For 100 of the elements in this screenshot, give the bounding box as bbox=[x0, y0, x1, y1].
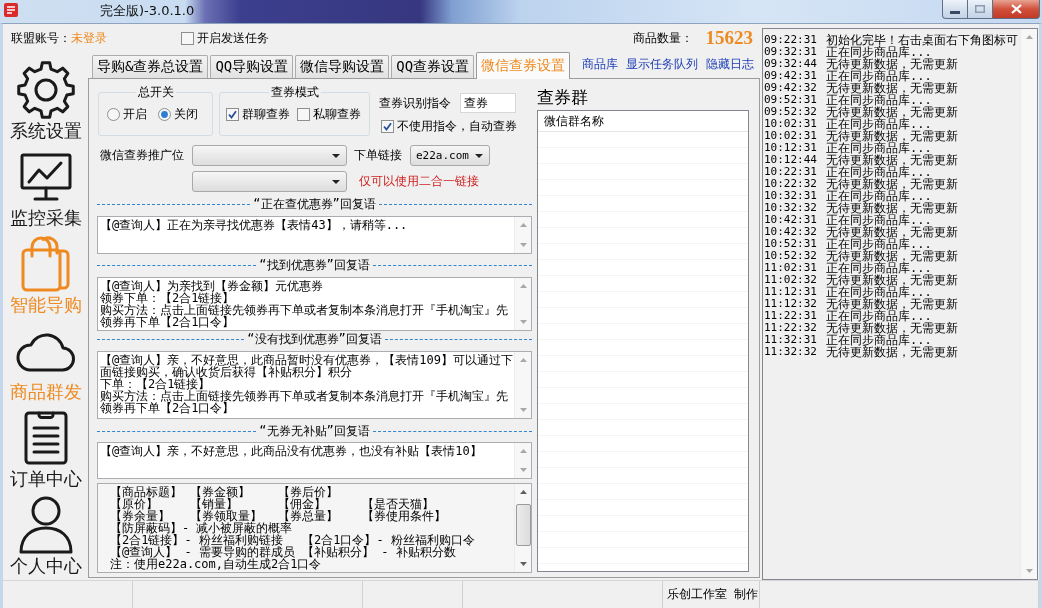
log-message: 正在同步商品库... bbox=[826, 46, 932, 58]
log-message: 正在同步商品库... bbox=[826, 262, 932, 274]
tab[interactable]: QQ查券设置 bbox=[391, 55, 475, 78]
dropdown[interactable]: e22a.com bbox=[410, 145, 490, 166]
field-label: 微信查券推广位 bbox=[100, 147, 185, 164]
log-time: 09:32:44 bbox=[764, 58, 818, 70]
log-message: 正在同步商品库... bbox=[826, 310, 932, 322]
sidebar-item[interactable]: 监控采集 bbox=[3, 142, 88, 229]
variable-text: 【2合1链接】- 粉丝福利购链接 bbox=[110, 534, 283, 546]
text-link[interactable]: 隐藏日志 bbox=[706, 56, 755, 73]
minimize-icon bbox=[950, 10, 960, 14]
log-message: 无待更新数据，无需更新 bbox=[826, 202, 958, 214]
checkbox-label[interactable]: 群聊查券 bbox=[242, 107, 290, 121]
shopping-bag-icon bbox=[20, 236, 71, 292]
log-message: 正在同步商品库... bbox=[826, 142, 932, 154]
command-input[interactable]: 查券 bbox=[460, 93, 516, 113]
reply-textarea[interactable]: 【@查询人】亲，不好意思，此商品暂时没有优惠券，【表情109】可以通过下面链接购买，确认收货后获得【补贴积分】积分 下单：【2合1链接】 购买方法：点击上面链接先领券再下单或者复制本条消息打开『手机淘宝』先领券再下单【2合1口令】 bbox=[97, 351, 532, 419]
text-link[interactable]: 显示任务队列 bbox=[626, 56, 699, 73]
log-time: 11:12:31 bbox=[764, 286, 818, 298]
log-message: 无待更新数据，无需更新 bbox=[826, 250, 958, 262]
sidebar-item[interactable]: 订单中心 bbox=[3, 403, 88, 490]
variable-text: 【2合1口令】- 粉丝福利购口令 bbox=[302, 534, 475, 546]
log-time: 11:22:32 bbox=[764, 322, 818, 334]
variable-text: 【商品标题】 bbox=[110, 486, 182, 498]
log-message: 正在同步商品库... bbox=[826, 238, 932, 250]
log-message: 正在同步商品库... bbox=[826, 334, 932, 346]
app-icon bbox=[4, 3, 18, 17]
variable-text: 【券金额】 bbox=[190, 486, 250, 498]
caret-icon bbox=[475, 153, 483, 158]
checkbox[interactable] bbox=[181, 31, 194, 45]
text-link[interactable]: 商品库 bbox=[582, 56, 619, 73]
sidebar-item[interactable]: 系统设置 bbox=[3, 55, 88, 142]
log-time: 10:12:44 bbox=[764, 154, 818, 166]
dropdown[interactable] bbox=[192, 171, 347, 192]
maximize-icon bbox=[975, 5, 985, 13]
log-time: 11:02:32 bbox=[764, 274, 818, 286]
checkbox-label[interactable]: 不使用指令，自动查券 bbox=[397, 119, 517, 133]
group-list-title: 查券群 bbox=[537, 87, 588, 107]
log-time: 11:32:31 bbox=[764, 334, 818, 346]
log-time: 10:52:32 bbox=[764, 250, 818, 262]
scroll-up-icon[interactable] bbox=[519, 490, 527, 494]
checkbox[interactable] bbox=[381, 119, 394, 133]
log-message: 正在同步商品库... bbox=[826, 214, 932, 226]
log-time: 09:52:32 bbox=[764, 106, 818, 118]
reply-textarea[interactable]: 【@查询人】正在为亲寻找优惠券【表情43】，请稍等... bbox=[97, 216, 532, 254]
scrollbar-thumb[interactable] bbox=[515, 504, 531, 546]
log-time: 09:22:31 bbox=[764, 34, 818, 46]
log-message: 正在同步商品库... bbox=[826, 70, 932, 82]
radio-button[interactable] bbox=[158, 107, 171, 121]
window-title: 完全版)-3.0.1.0 bbox=[100, 3, 195, 19]
group-list[interactable]: 微信群名称 bbox=[537, 110, 749, 572]
product-count-label: 商品数量： bbox=[632, 29, 693, 47]
log-time: 11:02:31 bbox=[764, 262, 818, 274]
caret-icon bbox=[332, 153, 340, 158]
close-icon bbox=[1010, 4, 1022, 14]
log-message: 无待更新数据，无需更新 bbox=[826, 154, 958, 166]
close-button[interactable] bbox=[992, 0, 1040, 19]
checkbox[interactable] bbox=[226, 107, 239, 121]
log-message: 无待更新数据，无需更新 bbox=[826, 106, 958, 118]
log-time: 10:32:31 bbox=[764, 190, 818, 202]
reply-textarea[interactable]: 【@查询人】亲，不好意思，此商品没有优惠券，也没有补贴【表情10】 bbox=[97, 442, 532, 479]
variable-text: 【销量】 bbox=[190, 498, 238, 510]
variables-textarea[interactable]: 【商品标题】 【券金额】 【券后价】 【原价】 【销量】 【佣金】 【是否天猫】 【券余量】 【券领取量】 【券总量】 【券使用条件】 【防屏蔽码】- 减小被屏蔽的概率 【2合1链接】- 粉丝福利购链接 【2合1口令】- 粉丝福利购口令 【@查询人】 - 需要导购的群成员 【补贴积分】 - 补贴积分数 注：使用e22a.com,自动生成2合1口令 bbox=[97, 483, 532, 573]
log-message: 无待更新数据，无需更新 bbox=[826, 346, 958, 358]
log-time: 09:42:32 bbox=[764, 82, 818, 94]
group-title: 总开关 bbox=[136, 86, 175, 98]
log-message: 无待更新数据，无需更新 bbox=[826, 298, 958, 310]
checkbox-label[interactable]: 开启发送任务 bbox=[197, 31, 269, 45]
log-time: 10:22:31 bbox=[764, 166, 818, 178]
log-time: 10:42:31 bbox=[764, 214, 818, 226]
variable-text: 【防屏蔽码】- 减小被屏蔽的概率 bbox=[110, 522, 293, 534]
scroll-down-icon[interactable] bbox=[519, 562, 527, 566]
tab[interactable]: 导购&查券总设置 bbox=[92, 55, 209, 78]
maximize-button[interactable] bbox=[967, 0, 993, 19]
tab[interactable]: 微信导购设置 bbox=[295, 55, 390, 78]
note-text: 注：使用e22a.com,自动生成2合1口令 bbox=[110, 558, 322, 570]
reply-textarea[interactable]: 【@查询人】为亲找到【券金额】元优惠券 领券下单：【2合1链接】 购买方法：点击上面链接先领券再下单或者复制本条消息打开『手机淘宝』先领券再下单【2合1口令】 bbox=[97, 277, 532, 331]
status-text: 乐创工作室 制作 bbox=[667, 586, 759, 603]
log-time: 10:12:31 bbox=[764, 142, 818, 154]
radio-label[interactable]: 关闭 bbox=[174, 107, 198, 121]
dropdown[interactable] bbox=[192, 145, 347, 166]
tab[interactable]: QQ导购设置 bbox=[210, 55, 294, 78]
scrollbar[interactable] bbox=[514, 484, 531, 572]
log-message: 正在同步商品库... bbox=[826, 118, 932, 130]
clipboard-icon bbox=[23, 411, 68, 465]
checkbox-label[interactable]: 私聊查券 bbox=[313, 107, 361, 121]
log-message: 初始化完毕！右击桌面右下角图标可 bbox=[826, 34, 1018, 46]
minimize-button[interactable] bbox=[942, 0, 968, 19]
radio-label[interactable]: 开启 bbox=[123, 107, 147, 121]
section-title: “没有找到优惠券”回复语 bbox=[247, 333, 382, 345]
log-time: 10:32:32 bbox=[764, 202, 818, 214]
log-message: 无待更新数据，无需更新 bbox=[826, 82, 958, 94]
log-message: 无待更新数据，无需更新 bbox=[826, 226, 958, 238]
radio-button[interactable] bbox=[107, 107, 120, 121]
monitor-chart-icon bbox=[19, 153, 72, 201]
checkbox[interactable] bbox=[297, 107, 310, 121]
variable-text: 【佣金】 bbox=[278, 498, 326, 510]
sidebar-item[interactable]: 个人中心 bbox=[3, 490, 88, 577]
variable-text: 【券余量】 bbox=[110, 510, 170, 522]
log-time: 10:02:31 bbox=[764, 118, 818, 130]
